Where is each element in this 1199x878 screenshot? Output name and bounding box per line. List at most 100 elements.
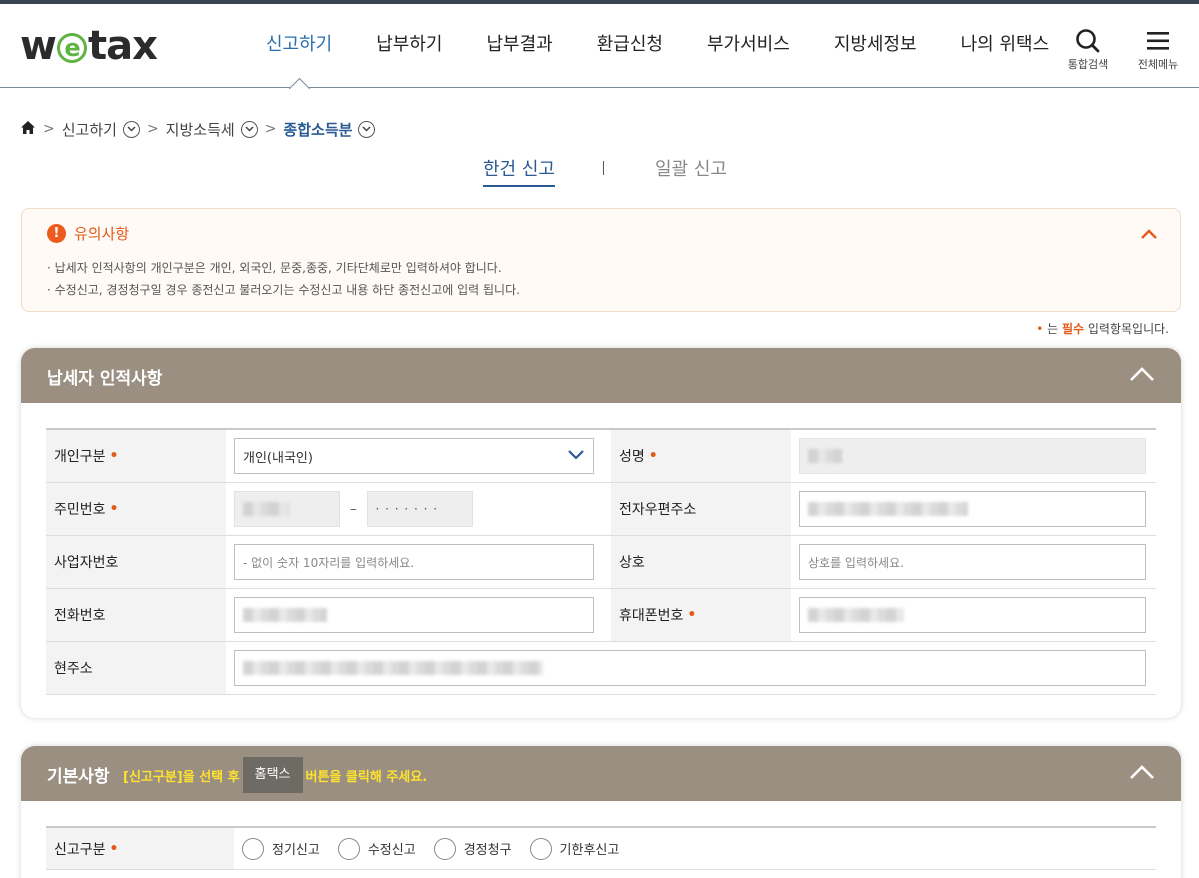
logo-text-w: w [20,23,57,69]
label-bizno: 사업자번호 [46,536,226,588]
tab-single-filing[interactable]: 한건 신고 [483,155,555,187]
nav-my-wetax[interactable]: 나의 위택스 [939,4,1072,88]
nav-payment[interactable]: 납부하기 [354,4,464,88]
tab-divider [603,161,604,175]
guide-pre: [신고구분]을 선택 후 [123,769,240,785]
cell-address [226,642,1156,694]
tab-bulk-filing[interactable]: 일괄 신고 [655,155,727,181]
rrn-dash: – [350,501,357,517]
cell-mobile [791,589,1156,641]
radio-correction-claim[interactable]: 경정청구 [433,837,512,860]
form-row: 개인구분 • 개인(내국인) 성명 • [46,430,1156,483]
chevron-down-icon[interactable] [240,120,258,138]
guide-post: 버튼을 클릭해 주세요. [305,769,428,785]
all-menu-button[interactable]: 전체메뉴 [1133,26,1183,72]
radio-label: 정기신고 [272,843,320,858]
breadcrumb-separator-icon: > [43,121,55,137]
cell-bizno: - 없이 숫자 10자리를 입력하세요. [226,536,611,588]
cell-person-type: 개인(내국인) [226,430,611,482]
nav-file-return[interactable]: 신고하기 [244,4,354,88]
address-input[interactable] [234,650,1146,686]
required-note-emph: 필수 [1061,322,1085,336]
rrn-masked: · · · · · · · [375,502,439,516]
exclamation-icon: ! [47,224,66,243]
form-row: 현주소 [46,642,1156,695]
basic-panel-collapse-button[interactable] [1129,764,1155,784]
name-field [799,438,1146,474]
breadcrumb-item-comprehensive-income[interactable]: 종합소득분 [283,119,352,140]
nav-refund[interactable]: 환급신청 [575,4,685,88]
search-icon [1063,26,1113,56]
basic-panel-header: 기본사항 [신고구분]을 선택 후 홈택스 버튼을 클릭해 주세요. [21,746,1181,801]
person-type-select[interactable]: 개인(내국인) [234,438,594,474]
radio-regular[interactable]: 정기신고 [242,837,320,860]
cell-phone [226,589,611,641]
wetax-logo[interactable]: w e tax [20,23,158,69]
chevron-down-icon [567,449,585,464]
taxpayer-panel-collapse-button[interactable] [1129,366,1155,386]
required-dot: • [1036,322,1044,336]
radio-circle [433,837,456,860]
nav-local-tax-info[interactable]: 지방세정보 [812,4,939,88]
chevron-up-icon [1141,229,1157,239]
bizno-placeholder: - 없이 숫자 10자리를 입력하세요. [243,555,415,570]
notice-box: ! 유의사항 · 납세자 인적사항의 개인구분은 개인, 외국인, 문중,종중,… [21,208,1181,312]
integrated-search-button[interactable]: 통합검색 [1063,26,1113,72]
business-number-input[interactable]: - 없이 숫자 10자리를 입력하세요. [234,544,594,580]
breadcrumb: > 신고하기 > 지방소득세 > 종합소득분 [20,117,376,141]
menu-label: 전체메뉴 [1137,58,1179,71]
radio-circle [337,837,360,860]
logo-e-circle: e [56,33,87,63]
cell-company: 상호를 입력하세요. [791,536,1156,588]
basic-form-grid: 신고구분 • 정기신고 수정신고 경정청구 기한후신고 [46,826,1156,870]
label-mobile: 휴대폰번호 • [611,589,791,641]
label-person-type: 개인구분 • [46,430,226,482]
nav-payment-result[interactable]: 납부결과 [465,4,575,88]
notice-line: · 납세자 인적사항의 개인구분은 개인, 외국인, 문중,종중, 기타단체로만… [47,261,502,275]
home-icon[interactable] [20,120,36,139]
logo-text-tax: tax [87,23,158,69]
phone-input[interactable] [234,597,594,633]
search-label: 통합검색 [1067,58,1109,71]
site-header: w e tax 신고하기 납부하기 납부결과 환급신청 부가서비스 지방세정보 나의… [0,4,1199,88]
form-row: 신고구분 • 정기신고 수정신고 경정청구 기한후신고 [46,828,1156,870]
hometax-button[interactable]: 홈택스 [242,757,303,793]
cell-name [791,430,1156,482]
notice-collapse-button[interactable] [1140,225,1158,244]
radio-late-filing[interactable]: 기한후신고 [529,837,620,860]
breadcrumb-item-file-return[interactable]: 신고하기 [62,119,117,140]
radio-circle [529,837,552,860]
form-row: 주민번호 • – · · · · · · · 전자우편주소 [46,483,1156,536]
basic-info-panel: 기본사항 [신고구분]을 선택 후 홈택스 버튼을 클릭해 주세요. 신고구분 •… [21,746,1181,878]
cell-rrn: – · · · · · · · [226,483,611,535]
taxpayer-form-grid: 개인구분 • 개인(내국인) 성명 • 주민번호 • – · · · · · · · … [46,428,1156,695]
label-rrn: 주민번호 • [46,483,226,535]
breadcrumb-separator-icon: > [264,121,277,137]
company-name-input[interactable]: 상호를 입력하세요. [799,544,1146,580]
chevron-down-icon[interactable] [122,120,140,138]
taxpayer-info-panel: 납세자 인적사항 개인구분 • 개인(내국인) 성명 • 주민번호 • – · … [21,348,1181,718]
label-phone: 전화번호 [46,589,226,641]
chevron-up-icon [1130,765,1154,779]
basic-panel-guide: [신고구분]을 선택 후 홈택스 버튼을 클릭해 주세요. [123,757,427,793]
mobile-input[interactable] [799,597,1146,633]
cell-email [791,483,1156,535]
label-name: 성명 • [611,430,791,482]
label-address: 현주소 [46,642,226,694]
radio-amended[interactable]: 수정신고 [337,837,416,860]
filing-tabs: 한건 신고 일괄 신고 [0,155,1199,189]
form-row: 전화번호 휴대폰번호 • [46,589,1156,642]
required-note-post: 입력항목입니다. [1084,322,1169,336]
radio-label: 기한후신고 [559,843,620,858]
label-filing-type: 신고구분 • [46,828,234,869]
radio-circle [242,837,264,860]
basic-panel-title: 기본사항 [47,767,110,787]
breadcrumb-item-local-income-tax[interactable]: 지방소득세 [166,119,235,140]
email-field[interactable] [799,491,1146,527]
nav-extra-services[interactable]: 부가서비스 [685,4,812,88]
label-company: 상호 [611,536,791,588]
cell-filing-type: 정기신고 수정신고 경정청구 기한후신고 [234,828,1156,869]
chevron-down-icon[interactable] [358,120,376,138]
person-type-value: 개인(내국인) [243,450,313,466]
radio-label: 수정신고 [367,843,416,858]
